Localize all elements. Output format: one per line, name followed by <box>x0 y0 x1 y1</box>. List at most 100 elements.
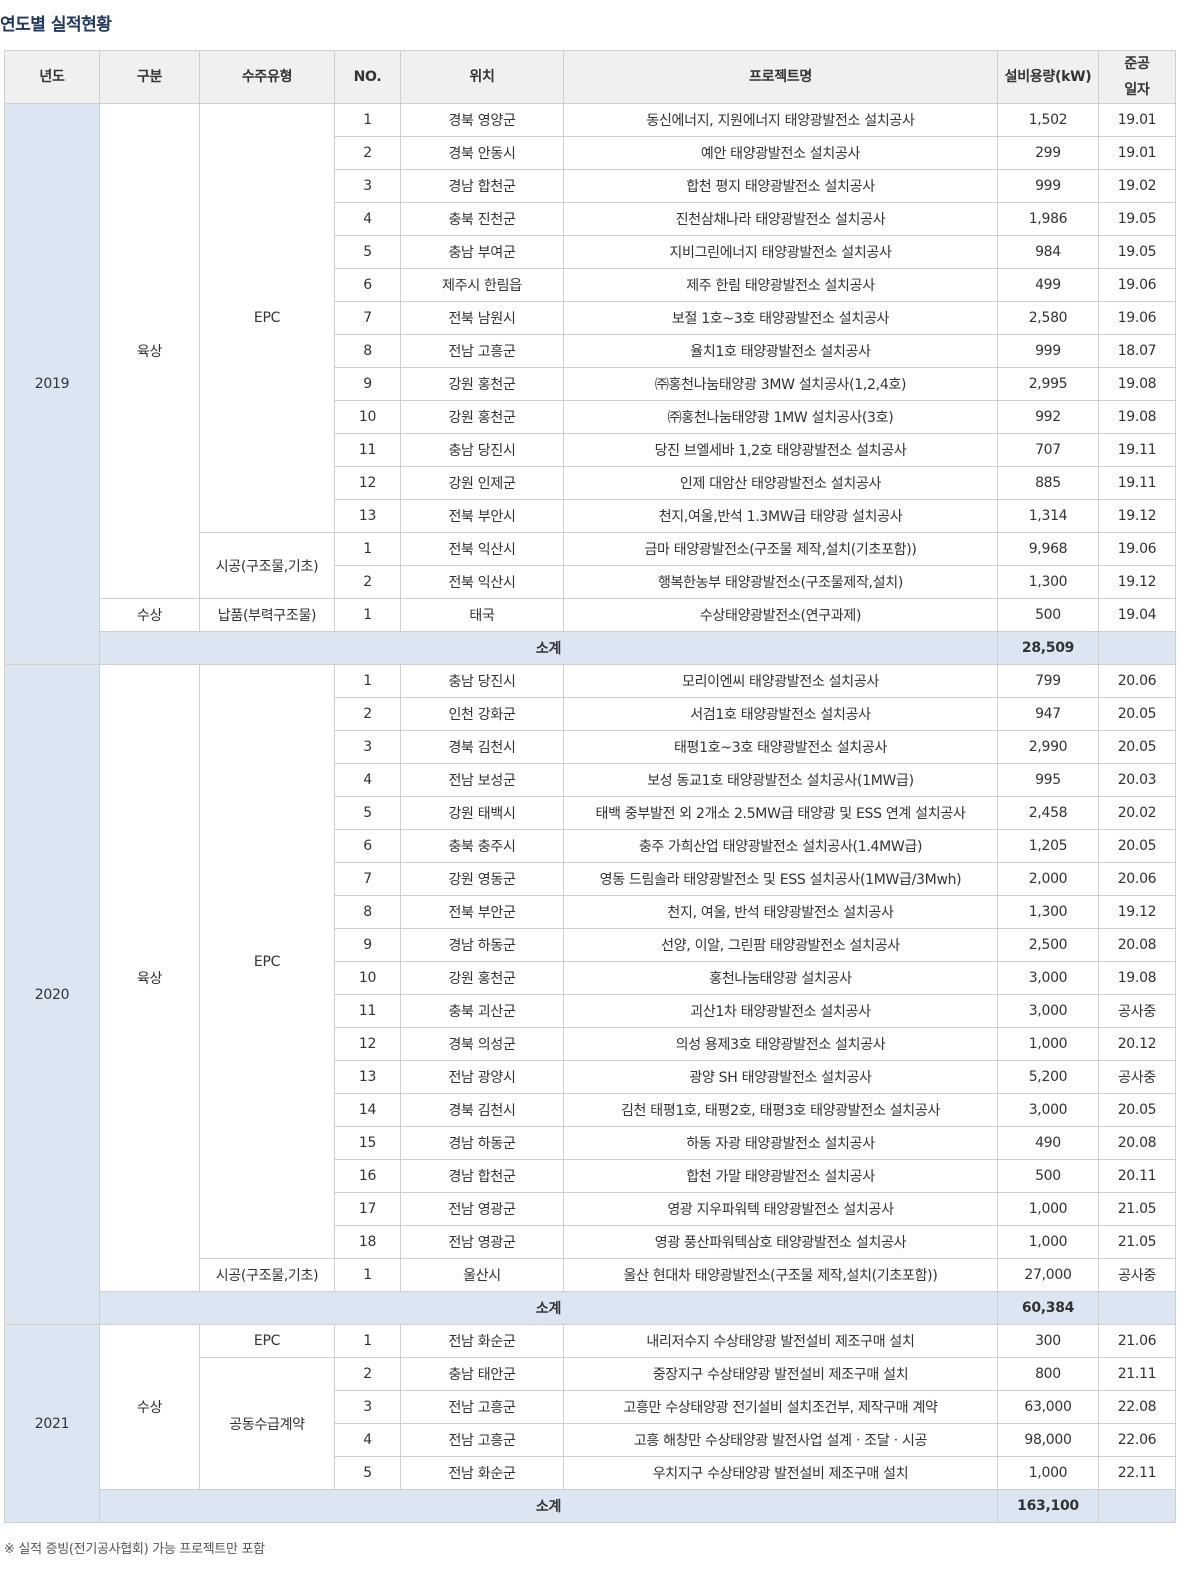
location-cell: 전북 남원시 <box>400 301 564 335</box>
no-cell: 10 <box>334 400 401 434</box>
project-name-cell: 예안 태양광발전소 설치공사 <box>563 136 998 170</box>
no-cell: 12 <box>334 466 401 500</box>
project-name-cell: 태평1호~3호 태양광발전소 설치공사 <box>563 730 998 764</box>
no-cell: 7 <box>334 862 401 896</box>
project-name-cell: 제주 한림 태양광발전소 설치공사 <box>563 268 998 302</box>
capacity-cell: 2,458 <box>997 796 1099 830</box>
location-cell: 경북 안동시 <box>400 136 564 170</box>
capacity-cell: 1,986 <box>997 202 1099 236</box>
subtotal-label: 소계 <box>99 1489 998 1523</box>
location-cell: 강원 홍천군 <box>400 367 564 401</box>
project-name-cell: 우치지구 수상태양광 발전설비 제조구매 설치 <box>563 1456 998 1490</box>
capacity-cell: 2,995 <box>997 367 1099 401</box>
completion-date-cell: 19.08 <box>1098 961 1176 995</box>
order-type-cell: EPC <box>199 1324 335 1358</box>
no-cell: 5 <box>334 235 401 269</box>
footnote: ※ 실적 증빙(전기공사협회) 가능 프로젝트만 포함 <box>4 1542 265 1557</box>
table-row: 2020 육상 EPC 1 충남 당진시 모리이엔씨 태양광발전소 설치공사 799 20.0… <box>4 664 1176 1325</box>
project-name-cell: 모리이엔씨 태양광발전소 설치공사 <box>563 664 998 698</box>
project-name-cell: 중장지구 수상태양광 발전설비 제조구매 설치 <box>563 1357 998 1391</box>
completion-date-cell: 22.11 <box>1098 1456 1176 1490</box>
location-cell: 전남 광양시 <box>400 1060 564 1094</box>
no-cell: 9 <box>334 367 401 401</box>
capacity-cell: 98,000 <box>997 1423 1099 1457</box>
location-cell: 경북 의성군 <box>400 1027 564 1061</box>
location-cell: 강원 홍천군 <box>400 400 564 434</box>
completion-date-cell: 20.05 <box>1098 730 1176 764</box>
completion-date-cell: 21.05 <box>1098 1225 1176 1259</box>
no-cell: 4 <box>334 202 401 236</box>
project-name-cell: 수상태양광발전소(연구과제) <box>563 598 998 632</box>
no-cell: 1 <box>334 1258 401 1292</box>
completion-date-cell: 21.06 <box>1098 1324 1176 1358</box>
capacity-cell: 27,000 <box>997 1258 1099 1292</box>
capacity-cell: 999 <box>997 169 1099 203</box>
capacity-cell: 63,000 <box>997 1390 1099 1424</box>
table-row: 수상 납품(부력구조물) 1 태국 수상태양광발전소(연구과제) 500 19.04 <box>5 598 1176 632</box>
division-cell: 수상 <box>99 598 200 632</box>
location-cell: 강원 인제군 <box>400 466 564 500</box>
order-type-cell: 공동수급계약 <box>199 1357 335 1490</box>
capacity-cell: 300 <box>997 1324 1099 1358</box>
no-cell: 1 <box>334 532 401 566</box>
no-cell: 6 <box>334 268 401 302</box>
no-cell: 2 <box>334 565 401 599</box>
header-year: 년도 <box>4 50 100 104</box>
location-cell: 태국 <box>400 598 564 632</box>
completion-date-cell: 20.12 <box>1098 1027 1176 1061</box>
capacity-cell: 984 <box>997 235 1099 269</box>
capacity-cell: 499 <box>997 268 1099 302</box>
subtotal-row: 소계 163,100 <box>5 1489 1176 1523</box>
subtotal-label: 소계 <box>99 631 998 665</box>
completion-date-cell: 19.12 <box>1098 499 1176 533</box>
completion-date-cell: 20.05 <box>1098 1093 1176 1127</box>
location-cell: 경북 영양군 <box>400 103 564 137</box>
project-name-cell: 서검1호 태양광발전소 설치공사 <box>563 697 998 731</box>
completion-date-cell: 19.06 <box>1098 301 1176 335</box>
table-row: 2019 육상 EPC 1 경북 영양군 동신에너지, 지원에너지 태양광발전소 설치공사… <box>4 103 1176 665</box>
no-cell: 3 <box>334 169 401 203</box>
project-name-cell: 합천 가말 태양광발전소 설치공사 <box>563 1159 998 1193</box>
no-cell: 17 <box>334 1192 401 1226</box>
no-cell: 2 <box>334 136 401 170</box>
completion-date-cell: 공사중 <box>1098 1258 1176 1292</box>
project-name-cell: 당진 브엘세바 1,2호 태양광발전소 설치공사 <box>563 433 998 467</box>
division-cell: 육상 <box>99 664 200 1292</box>
completion-date-cell: 19.01 <box>1098 136 1176 170</box>
year-cell: 2021 <box>4 1324 100 1523</box>
performance-table: 년도 구분 수주유형 NO. 위치 프로젝트명 설비용량(kW) 준공 일자 20… <box>4 50 1176 1523</box>
location-cell: 경북 김천시 <box>400 1093 564 1127</box>
project-name-cell: 율치1호 태양광발전소 설치공사 <box>563 334 998 368</box>
location-cell: 충북 충주시 <box>400 829 564 863</box>
header-location: 위치 <box>400 50 564 104</box>
no-cell: 11 <box>334 433 401 467</box>
year-cell: 2020 <box>4 664 100 1325</box>
location-cell: 전남 영광군 <box>400 1225 564 1259</box>
no-cell: 10 <box>334 961 401 995</box>
completion-date-cell: 19.05 <box>1098 235 1176 269</box>
completion-date-cell: 18.07 <box>1098 334 1176 368</box>
project-name-cell: 내리저수지 수상태양광 발전설비 제조구매 설치 <box>563 1324 998 1358</box>
project-name-cell: 합천 평지 태양광발전소 설치공사 <box>563 169 998 203</box>
table-header-row: 년도 구분 수주유형 NO. 위치 프로젝트명 설비용량(kW) 준공 일자 <box>4 50 1176 104</box>
project-name-cell: 하동 자광 태양광발전소 설치공사 <box>563 1126 998 1160</box>
completion-date-cell: 20.05 <box>1098 829 1176 863</box>
no-cell: 13 <box>334 1060 401 1094</box>
no-cell: 11 <box>334 994 401 1028</box>
completion-date-cell: 20.06 <box>1098 664 1176 698</box>
subtotal-value: 28,509 <box>997 631 1099 665</box>
no-cell: 9 <box>334 928 401 962</box>
capacity-cell: 947 <box>997 697 1099 731</box>
capacity-cell: 490 <box>997 1126 1099 1160</box>
capacity-cell: 800 <box>997 1357 1099 1391</box>
no-cell: 1 <box>334 598 401 632</box>
location-cell: 전북 부안군 <box>400 895 564 929</box>
location-cell: 인천 강화군 <box>400 697 564 731</box>
subtotal-empty <box>1098 1291 1176 1325</box>
no-cell: 4 <box>334 1423 401 1457</box>
division-cell: 수상 <box>99 1324 200 1490</box>
completion-date-cell: 19.01 <box>1098 103 1176 137</box>
project-name-cell: 선양, 이알, 그린팜 태양광발전소 설치공사 <box>563 928 998 962</box>
project-name-cell: 천지, 여울, 반석 태양광발전소 설치공사 <box>563 895 998 929</box>
capacity-cell: 2,500 <box>997 928 1099 962</box>
